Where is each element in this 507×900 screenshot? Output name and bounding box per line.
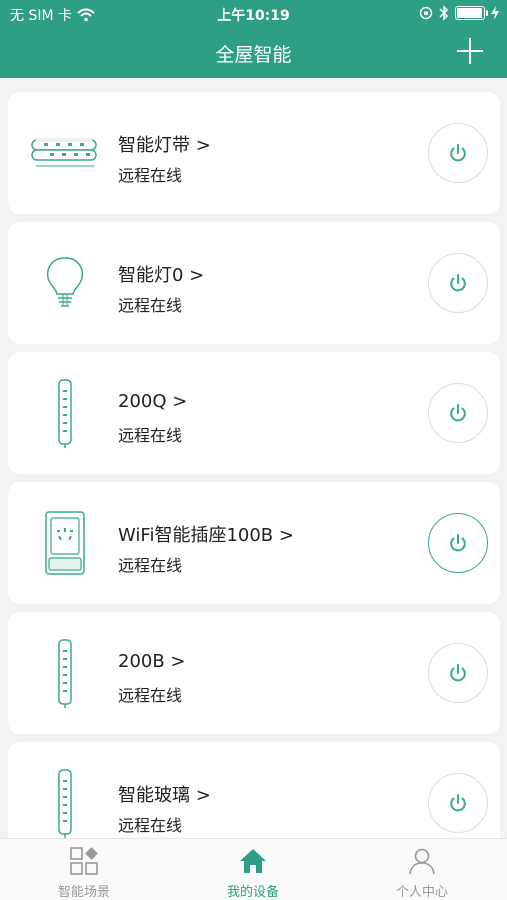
scenes-icon — [70, 847, 98, 875]
device-card[interactable]: 200B > 远程在线 — [8, 612, 500, 734]
tab-label: 我的设备 — [226, 885, 279, 900]
device-name[interactable]: 智能玻璃 > — [118, 781, 211, 807]
tab-label: 智能场景 — [57, 885, 110, 900]
power-button[interactable] — [428, 123, 488, 183]
power-icon — [450, 794, 466, 812]
user-icon — [409, 848, 435, 875]
power-button[interactable] — [428, 383, 488, 443]
power-icon — [450, 664, 466, 682]
plus-icon[interactable] — [457, 38, 483, 64]
power-strip-icon — [58, 639, 72, 708]
device-status: 远程在线 — [118, 296, 183, 315]
device-status: 远程在线 — [118, 426, 183, 445]
battery-icon — [455, 6, 488, 20]
power-button[interactable] — [428, 513, 488, 573]
power-icon — [450, 274, 466, 292]
power-button[interactable] — [428, 643, 488, 703]
device-status: 远程在线 — [118, 166, 183, 185]
device-card[interactable]: WiFi智能插座100B > 远程在线 — [8, 482, 500, 604]
device-status: 远程在线 — [118, 686, 183, 705]
device-list[interactable]: 智能灯带 > 远程在线 智能灯0 > 远程在线 200Q > 远程在线 WiFi… — [0, 78, 507, 838]
smart-plug-icon — [45, 511, 85, 575]
tab-scenes[interactable]: 智能场景 — [34, 845, 134, 900]
led-strip-icon — [31, 138, 97, 167]
power-strip-icon — [58, 769, 72, 838]
orientation-lock-icon — [419, 6, 433, 20]
charging-icon — [491, 6, 499, 20]
bluetooth-icon — [439, 5, 449, 21]
power-button[interactable] — [428, 773, 488, 833]
device-card[interactable]: 智能灯带 > 远程在线 — [8, 92, 500, 214]
power-icon — [450, 404, 466, 422]
device-name[interactable]: 200B > — [118, 651, 186, 672]
power-icon — [450, 144, 466, 162]
device-card[interactable]: 200Q > 远程在线 — [8, 352, 500, 474]
tab-profile[interactable]: 个人中心 — [372, 845, 472, 900]
device-status: 远程在线 — [118, 556, 183, 575]
device-name[interactable]: 200Q > — [118, 391, 187, 412]
tab-my-devices[interactable]: 我的设备 — [203, 845, 303, 900]
device-card[interactable]: 智能玻璃 > 远程在线 — [8, 742, 500, 838]
device-status: 远程在线 — [118, 816, 183, 835]
tab-bar: 智能场景 我的设备 个人中心 — [0, 838, 507, 900]
device-name[interactable]: 智能灯0 > — [118, 261, 204, 287]
status-bar: 无 SIM 卡 上午10:19 — [0, 0, 507, 28]
page-title: 全屋智能 — [215, 44, 292, 66]
power-button[interactable] — [428, 253, 488, 313]
home-icon — [240, 849, 266, 873]
bulb-icon — [46, 257, 84, 307]
nav-bar: 全屋智能 — [0, 28, 507, 78]
device-card[interactable]: 智能灯0 > 远程在线 — [8, 222, 500, 344]
power-strip-icon — [58, 379, 72, 448]
device-name[interactable]: WiFi智能插座100B > — [118, 521, 294, 547]
tab-label: 个人中心 — [395, 885, 448, 900]
status-right — [419, 5, 499, 21]
device-name[interactable]: 智能灯带 > — [118, 131, 211, 157]
power-icon — [450, 534, 466, 552]
